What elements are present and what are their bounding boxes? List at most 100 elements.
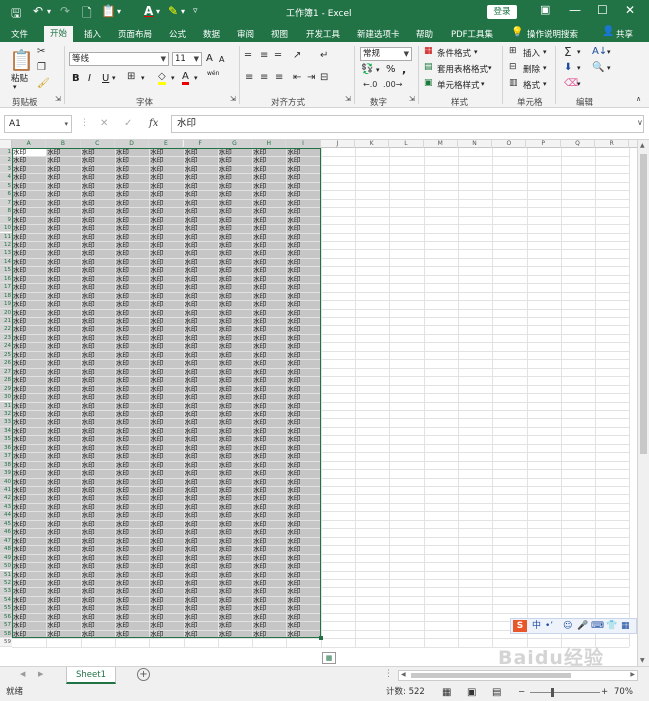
- paste-icon[interactable]: 📋: [101, 4, 116, 18]
- borders-dropdown-icon[interactable]: ▾: [141, 74, 145, 82]
- phonetic-icon[interactable]: wén: [207, 70, 219, 77]
- alignment-launcher-icon[interactable]: ⇲: [345, 95, 351, 103]
- share-button[interactable]: 共享: [616, 28, 633, 40]
- tab-pdf-tools[interactable]: PDF工具集: [451, 28, 493, 40]
- paste-dropdown-icon[interactable]: ▾: [117, 7, 121, 16]
- column-header-O[interactable]: O: [492, 140, 527, 148]
- row-header[interactable]: 28: [0, 376, 12, 385]
- keyboard-icon[interactable]: ⌨: [591, 619, 604, 633]
- row-header[interactable]: 15: [0, 266, 12, 275]
- tab-new[interactable]: 新建选项卡: [357, 28, 400, 40]
- row-header[interactable]: 21: [0, 317, 12, 326]
- select-all-corner[interactable]: [0, 140, 12, 148]
- row-header[interactable]: 12: [0, 240, 12, 250]
- tab-file[interactable]: 文件: [11, 28, 28, 40]
- insert-cells-button[interactable]: 插入: [523, 47, 540, 59]
- currency-icon[interactable]: 💱: [361, 64, 373, 75]
- prev-sheet-icon[interactable]: ◀: [20, 670, 25, 678]
- cell-styles-icon[interactable]: ▣: [424, 78, 433, 88]
- sheet-tab-sheet1[interactable]: Sheet1: [66, 667, 116, 684]
- align-right-icon[interactable]: ≡: [275, 72, 283, 83]
- zoom-slider[interactable]: [530, 692, 600, 693]
- grow-font-icon[interactable]: A: [206, 53, 213, 64]
- add-sheet-button[interactable]: +: [137, 668, 150, 681]
- undo-dropdown-icon[interactable]: ▾: [47, 7, 51, 16]
- column-header-B[interactable]: B: [46, 140, 81, 148]
- column-header-L[interactable]: L: [389, 140, 424, 148]
- row-header[interactable]: 50: [0, 562, 12, 571]
- sort-filter-icon[interactable]: A↓: [592, 46, 607, 57]
- row-header[interactable]: 9: [0, 215, 12, 225]
- row-header[interactable]: 52: [0, 578, 12, 588]
- login-button[interactable]: 登录: [487, 5, 517, 19]
- column-header-A[interactable]: A: [12, 140, 47, 148]
- horizontal-scrollbar[interactable]: ◀ ▶: [398, 670, 638, 681]
- font-launcher-icon[interactable]: ⇲: [230, 95, 236, 103]
- quick-analysis-icon[interactable]: ▦: [322, 652, 336, 664]
- row-header[interactable]: 44: [0, 511, 12, 520]
- row-header[interactable]: 34: [0, 426, 12, 436]
- row-header[interactable]: 17: [0, 283, 12, 292]
- row-header[interactable]: 43: [0, 502, 12, 512]
- merge-center-icon[interactable]: ⊟: [320, 72, 328, 83]
- emoji-icon[interactable]: ☺: [563, 619, 572, 633]
- format-table-icon[interactable]: ▤: [424, 62, 433, 72]
- close-icon[interactable]: ✕: [625, 3, 635, 17]
- row-header[interactable]: 20: [0, 308, 12, 317]
- tab-formulas[interactable]: 公式: [169, 28, 186, 40]
- tab-split-icon[interactable]: ⋮: [384, 669, 393, 679]
- cut-icon[interactable]: ✂: [37, 46, 45, 57]
- collapse-ribbon-icon[interactable]: ∧: [636, 95, 641, 103]
- column-header-R[interactable]: R: [595, 140, 630, 148]
- row-header[interactable]: 10: [0, 224, 12, 233]
- format-table-button[interactable]: 套用表格格式: [437, 63, 488, 75]
- row-header[interactable]: 40: [0, 477, 12, 486]
- align-center-icon[interactable]: ≡: [260, 72, 268, 83]
- skin-icon[interactable]: 👕: [606, 619, 617, 633]
- fill-color-icon[interactable]: ◇: [158, 71, 166, 85]
- row-header[interactable]: 18: [0, 291, 12, 301]
- column-header-P[interactable]: P: [527, 140, 561, 148]
- wrap-text-icon[interactable]: ↵: [320, 50, 328, 61]
- maximize-icon[interactable]: ☐: [597, 3, 608, 17]
- row-header[interactable]: 55: [0, 604, 12, 613]
- ime-mode-label[interactable]: 中: [532, 619, 541, 633]
- font-color-dropdown-icon2[interactable]: ▾: [194, 74, 198, 82]
- tab-page-layout[interactable]: 页面布局: [118, 28, 152, 40]
- format-cells-button[interactable]: 格式: [523, 79, 540, 91]
- align-top-icon[interactable]: ═: [245, 50, 251, 61]
- bold-button[interactable]: B: [72, 73, 80, 84]
- row-header[interactable]: 59: [0, 638, 12, 647]
- tab-review[interactable]: 审阅: [237, 28, 254, 40]
- punctuation-icon[interactable]: •’: [545, 619, 553, 633]
- paste-dropdown-icon2[interactable]: ▾: [13, 83, 17, 91]
- tab-help[interactable]: 帮助: [416, 28, 433, 40]
- row-header[interactable]: 54: [0, 595, 12, 605]
- h-scroll-thumb[interactable]: [411, 673, 571, 678]
- row-header[interactable]: 19: [0, 300, 12, 309]
- row-header[interactable]: 58: [0, 629, 12, 639]
- row-header[interactable]: 29: [0, 384, 12, 394]
- row-header[interactable]: 7: [0, 198, 12, 208]
- insert-function-icon[interactable]: fx: [149, 118, 158, 129]
- undo-icon[interactable]: ↶: [33, 4, 43, 18]
- cell-styles-button[interactable]: 单元格样式: [437, 79, 480, 91]
- align-middle-icon[interactable]: ≡: [260, 50, 268, 61]
- row-header[interactable]: 46: [0, 528, 12, 537]
- minimize-icon[interactable]: —: [569, 3, 581, 17]
- ime-toolbar[interactable]: S 中 •’ ☺ 🎤 ⌨ 👕 ▦: [510, 618, 637, 634]
- shrink-font-icon[interactable]: A: [219, 55, 224, 64]
- column-header-H[interactable]: H: [252, 140, 287, 148]
- column-header-N[interactable]: N: [458, 140, 493, 148]
- scroll-right-icon[interactable]: ▶: [630, 671, 635, 678]
- paste-large-icon[interactable]: 📋: [9, 48, 34, 72]
- row-header[interactable]: 30: [0, 393, 12, 402]
- tab-insert[interactable]: 插入: [84, 28, 101, 40]
- format-cells-icon[interactable]: ▥: [509, 78, 518, 88]
- increase-indent-icon[interactable]: ⇥: [307, 72, 315, 83]
- tell-me-search[interactable]: 操作说明搜索: [527, 28, 578, 40]
- currency-dropdown-icon[interactable]: ▾: [376, 66, 380, 74]
- delete-cells-button[interactable]: 删除: [523, 63, 540, 75]
- column-header-K[interactable]: K: [355, 140, 390, 148]
- percent-button[interactable]: %: [386, 64, 396, 75]
